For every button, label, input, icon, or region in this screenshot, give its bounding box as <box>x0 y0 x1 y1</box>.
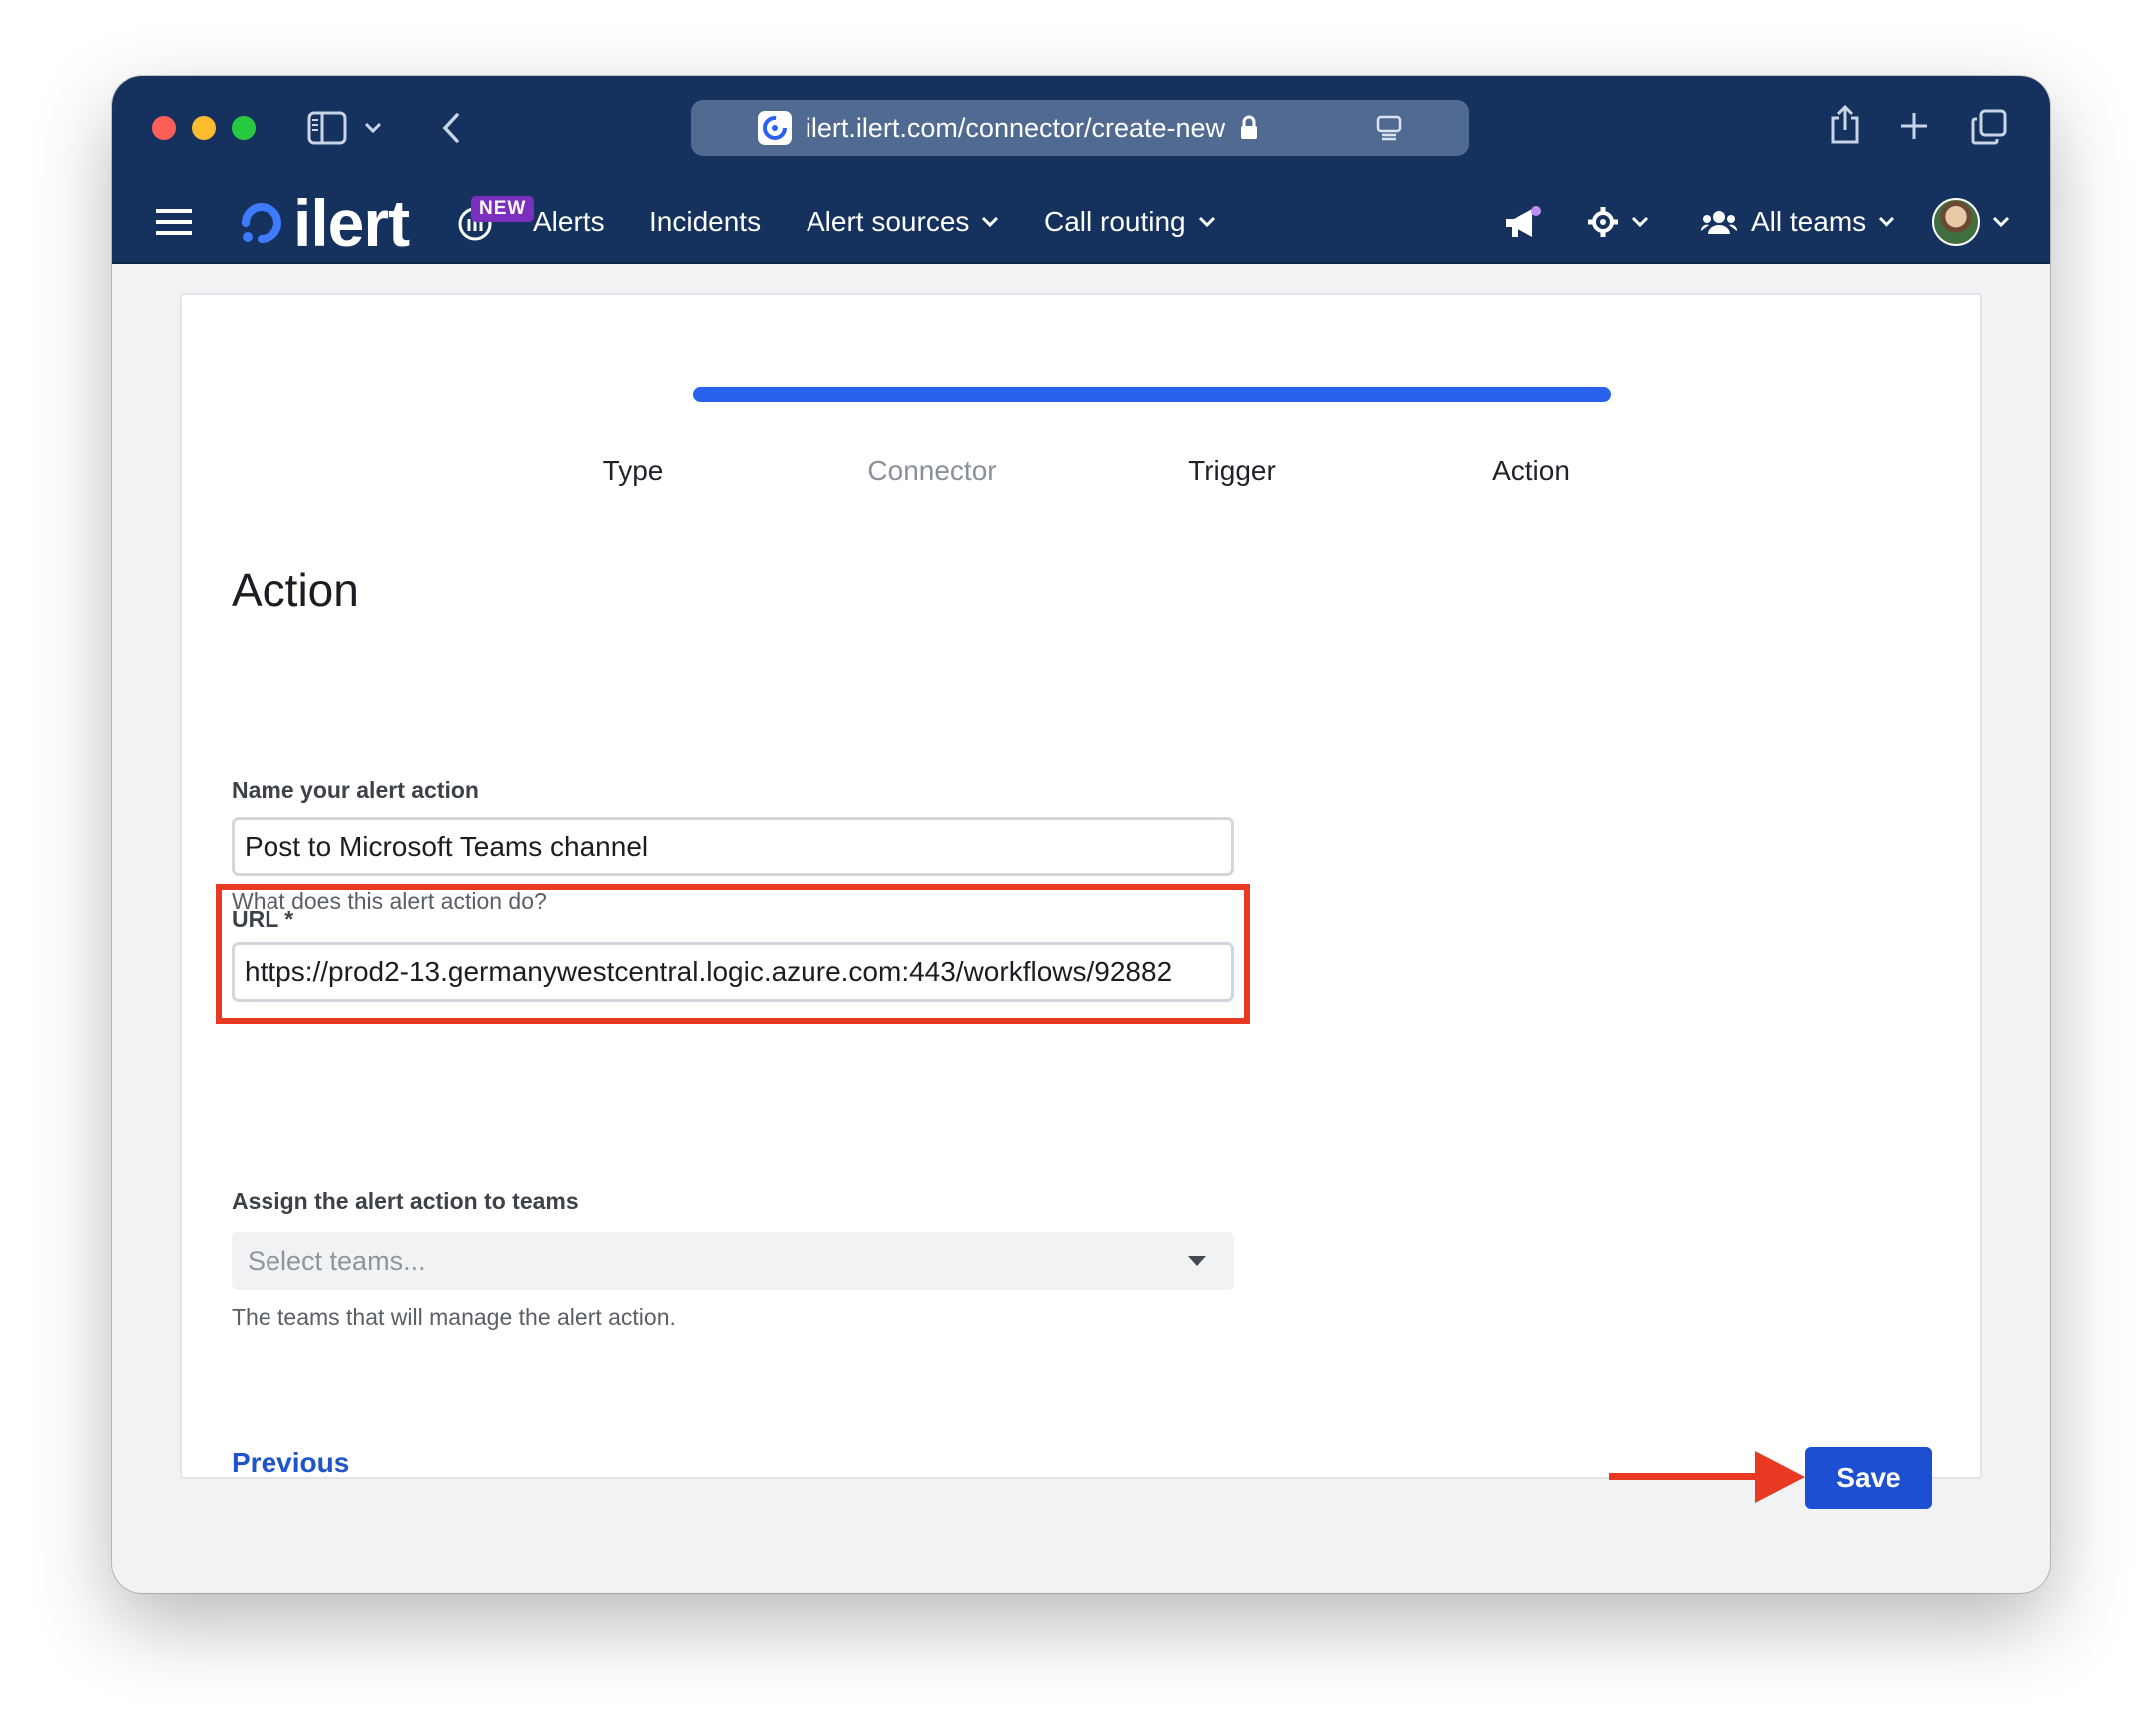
sidebar-toggle-icon[interactable] <box>305 108 349 148</box>
dropdown-caret-icon <box>1188 1256 1206 1266</box>
ilert-logo-mark-icon <box>236 197 287 249</box>
teams-field-label: Assign the alert action to teams <box>232 1188 579 1214</box>
nav-call-routing-label: Call routing <box>1044 206 1186 237</box>
nav-alert-sources-label: Alert sources <box>807 206 970 237</box>
minimize-window-button[interactable] <box>192 116 216 140</box>
wizard-card: Type Connector Trigger Action Action Nam… <box>180 293 1982 1509</box>
previous-button[interactable]: Previous <box>232 1447 349 1479</box>
team-switcher[interactable]: All teams <box>1701 180 1895 264</box>
nav-incidents-label: Incidents <box>649 206 762 237</box>
tab-overview-icon[interactable] <box>1970 108 2008 146</box>
step-type[interactable]: Type <box>603 455 664 487</box>
teams-field-help: The teams that will manage the alert act… <box>232 1304 676 1330</box>
wizard-progress-bar <box>693 387 1611 402</box>
hamburger-menu-icon[interactable] <box>154 204 194 240</box>
annotation-arrow-shaft <box>1609 1473 1759 1480</box>
nav-incidents[interactable]: Incidents <box>649 180 761 264</box>
avatar <box>1932 198 1980 246</box>
browser-window: ilert.ilert.com/connector/create-new ile… <box>112 76 2050 1593</box>
reader-mode-icon[interactable] <box>1376 115 1402 141</box>
nav-alert-sources[interactable]: Alert sources <box>807 180 999 264</box>
site-favicon-icon <box>757 111 792 145</box>
address-bar[interactable]: ilert.ilert.com/connector/create-new <box>691 100 1469 156</box>
annotation-arrow-head-icon <box>1755 1451 1805 1503</box>
step-trigger[interactable]: Trigger <box>1188 455 1276 487</box>
step-action[interactable]: Action <box>1492 455 1570 487</box>
user-menu[interactable] <box>1932 180 2010 264</box>
nav-alerts[interactable]: Alerts <box>533 180 605 264</box>
team-switcher-label: All teams <box>1751 206 1867 237</box>
ilert-logo[interactable]: ilert <box>236 186 410 260</box>
close-window-button[interactable] <box>152 116 176 140</box>
logo-text: ilert <box>293 186 410 260</box>
chevron-down-icon <box>1878 216 1895 228</box>
lock-icon <box>1239 115 1259 141</box>
chevron-down-icon <box>1631 216 1649 228</box>
chevron-down-icon <box>1992 216 2010 228</box>
address-text: ilert.ilert.com/connector/create-new <box>805 112 1226 143</box>
chevron-down-icon <box>981 216 999 228</box>
teams-select-placeholder: Select teams... <box>248 1245 426 1276</box>
name-field-label: Name your alert action <box>232 777 479 803</box>
back-icon[interactable] <box>437 110 465 146</box>
browser-titlebar: ilert.ilert.com/connector/create-new <box>112 76 2050 180</box>
users-icon <box>1701 209 1737 235</box>
teams-select[interactable]: Select teams... <box>232 1232 1234 1290</box>
announcements-megaphone-icon[interactable] <box>1501 204 1545 244</box>
chevron-down-icon <box>1198 216 1216 228</box>
new-tab-icon[interactable] <box>1898 110 1930 142</box>
alert-action-name-input[interactable]: Post to Microsoft Teams channel <box>232 817 1234 876</box>
settings-menu[interactable] <box>1587 180 1649 264</box>
url-field-label: URL * <box>232 906 294 932</box>
share-icon[interactable] <box>1827 102 1863 148</box>
url-input[interactable]: https://prod2-13.germanywestcentral.logi… <box>232 942 1234 1002</box>
chevron-down-icon[interactable] <box>361 116 385 140</box>
nav-alerts-label: Alerts <box>533 206 605 237</box>
app-navbar: ilert NEW Alerts Incidents Alert sources… <box>112 180 2050 264</box>
gear-icon <box>1587 206 1619 238</box>
new-badge: NEW <box>471 196 535 222</box>
step-connector[interactable]: Connector <box>867 455 996 487</box>
maximize-window-button[interactable] <box>232 116 256 140</box>
save-button[interactable]: Save <box>1805 1447 1932 1509</box>
nav-call-routing[interactable]: Call routing <box>1044 180 1216 264</box>
page-title: Action <box>232 564 359 616</box>
